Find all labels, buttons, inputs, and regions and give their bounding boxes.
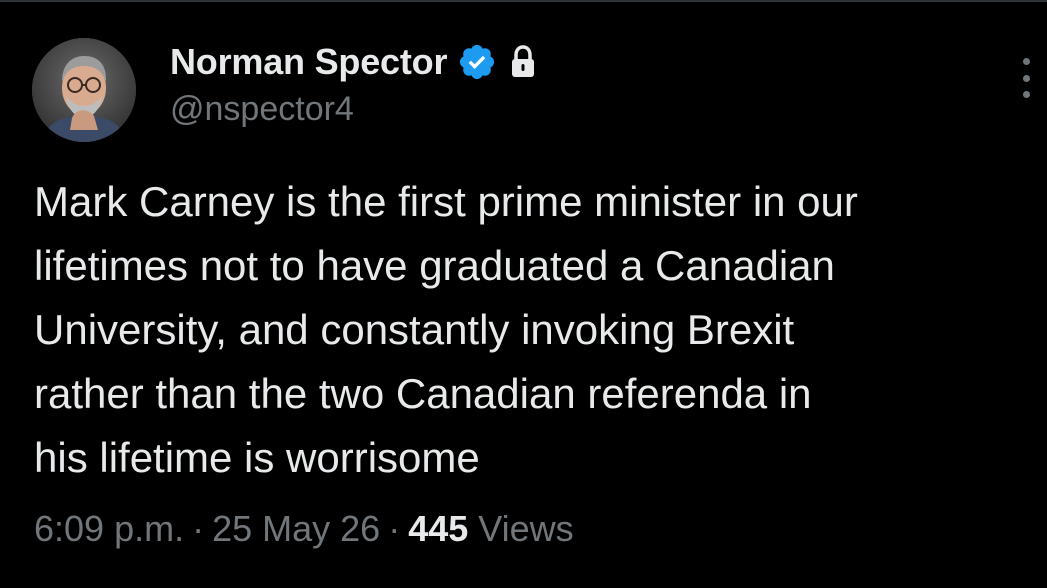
author-name-row: Norman Spector	[170, 40, 537, 84]
tweet-text-line: Mark Carney is the first prime minister …	[34, 178, 858, 225]
profile-photo-icon	[32, 38, 136, 142]
display-name[interactable]: Norman Spector	[170, 41, 447, 83]
verified-badge-icon[interactable]	[457, 42, 497, 82]
top-divider	[0, 0, 1047, 2]
more-vertical-icon-dot	[1022, 74, 1030, 82]
meta-separator: ·	[192, 508, 205, 549]
lock-icon	[509, 45, 537, 79]
more-vertical-icon-dot	[1022, 91, 1030, 98]
tweet-meta: 6:09 p.m. · 25 May 26 · 445 Views	[34, 508, 574, 550]
tweet-text-line: his lifetime is worrisome	[34, 434, 480, 481]
tweet-text-line: University, and constantly invoking Brex…	[34, 306, 795, 353]
more-options-button[interactable]	[1016, 58, 1036, 98]
tweet-text: Mark Carney is the first prime minister …	[34, 170, 1047, 490]
author-handle[interactable]: @nspector4	[170, 90, 354, 129]
tweet-time[interactable]: 6:09 p.m.	[34, 508, 184, 550]
avatar[interactable]	[32, 38, 136, 142]
more-vertical-icon	[1022, 58, 1030, 65]
views-count[interactable]: 445	[408, 508, 468, 550]
tweet-text-line: rather than the two Canadian referenda i…	[34, 370, 812, 417]
tweet-date[interactable]: 25 May 26	[212, 508, 380, 550]
tweet-text-line: lifetimes not to have graduated a Canadi…	[34, 242, 835, 289]
meta-separator: ·	[388, 508, 401, 549]
views-label[interactable]: Views	[478, 508, 573, 550]
